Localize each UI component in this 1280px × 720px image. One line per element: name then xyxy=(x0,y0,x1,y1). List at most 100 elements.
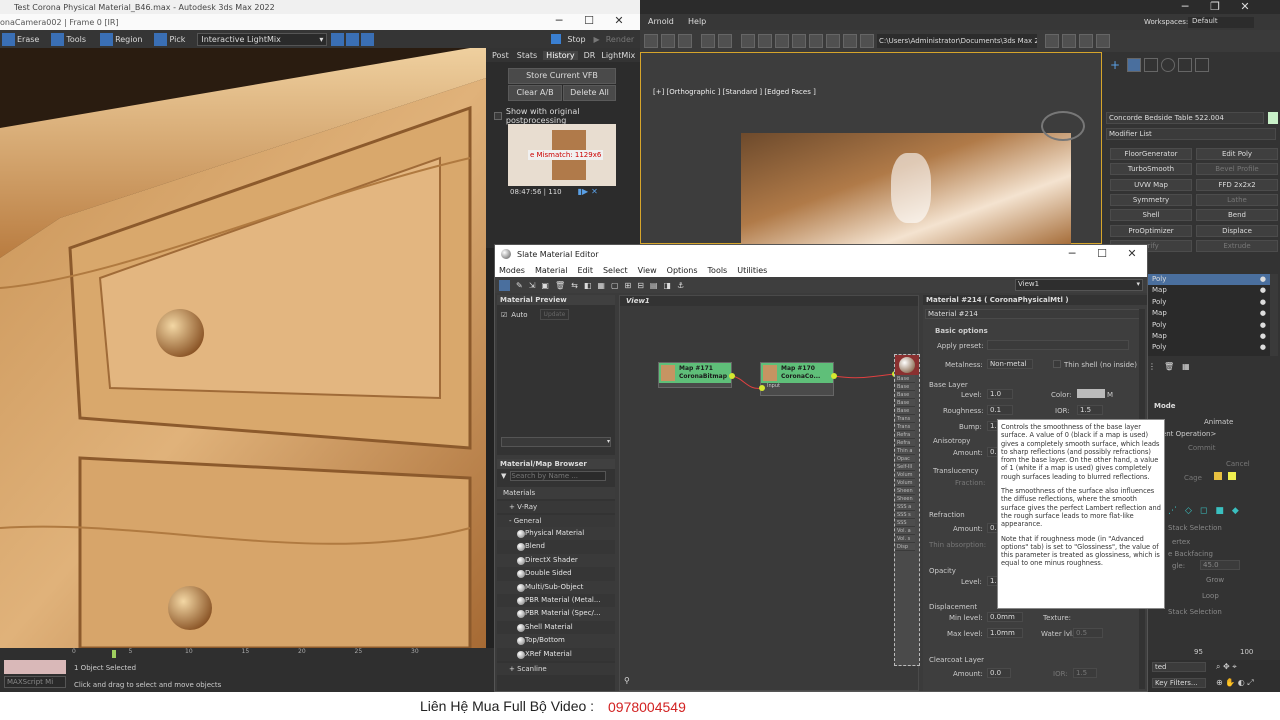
main-material-port[interactable]: SSS s xyxy=(895,511,915,519)
view-dropdown[interactable]: View1 ▾ xyxy=(1015,279,1143,291)
min-level-spinner[interactable]: 0.0mm xyxy=(987,612,1023,622)
main-material-port[interactable]: Vol. a xyxy=(895,527,915,535)
main-material-port[interactable]: Trans xyxy=(895,423,915,431)
edge-icon[interactable]: ◇ xyxy=(1185,506,1192,516)
create-icon[interactable]: + xyxy=(1110,58,1124,72)
main-material-port[interactable]: Volum xyxy=(895,479,915,487)
cage-color-2[interactable] xyxy=(1228,472,1236,480)
modifier-button[interactable]: Symmetry xyxy=(1110,193,1192,206)
mirror-icon[interactable] xyxy=(792,34,806,48)
history-load-icon[interactable]: ▮▶ xyxy=(578,187,589,196)
maximize-button[interactable]: ☐ xyxy=(574,14,604,27)
bind-icon[interactable] xyxy=(678,34,692,48)
key-filters-button[interactable]: Key Filters... xyxy=(1152,678,1206,688)
link-icon[interactable] xyxy=(644,34,658,48)
node-map170-input-port[interactable]: Input xyxy=(761,383,833,389)
modifier-button[interactable]: FFD 2x2x2 xyxy=(1196,178,1278,191)
modifier-button[interactable]: Edit Poly xyxy=(1196,148,1278,160)
cancel-button[interactable]: Cancel xyxy=(1226,460,1250,468)
material-params-icon[interactable]: ▤ xyxy=(650,281,658,290)
history-thumbnail[interactable]: e Mismatch: 1129x6 xyxy=(508,124,616,186)
sme-menu-tools[interactable]: Tools xyxy=(708,266,728,275)
tab-post[interactable]: Post xyxy=(492,51,509,60)
align-icon[interactable] xyxy=(775,34,789,48)
motion-icon[interactable] xyxy=(1161,58,1175,72)
stack-visibility-icon[interactable]: ● xyxy=(1260,308,1266,319)
scanline-group[interactable]: + Scanline xyxy=(497,662,615,675)
main-material-port[interactable]: Sheen xyxy=(895,487,915,495)
trash-icon[interactable]: 🗑 xyxy=(1164,362,1174,371)
render-setup-icon[interactable] xyxy=(843,34,857,48)
stack-item[interactable]: Map ● xyxy=(1148,285,1270,296)
level-spinner[interactable]: 1.0 xyxy=(987,389,1013,399)
sme-close-button[interactable]: ✕ xyxy=(1117,247,1147,260)
water-level-spinner[interactable]: 0.5 xyxy=(1073,628,1103,638)
node-view[interactable]: View1 Map #171 CoronaBitmap Map #170 Cor… xyxy=(619,295,920,691)
viewport[interactable]: [+] [Orthographic ] [Standard ] [Edged F… xyxy=(640,52,1102,245)
viewcube-icon[interactable] xyxy=(1041,111,1085,141)
sme-menu-view[interactable]: View xyxy=(638,266,657,275)
browser-menu-icon[interactable]: ▼ xyxy=(501,472,506,480)
modifier-button[interactable]: Lathe xyxy=(1196,193,1278,206)
region-button[interactable]: Region xyxy=(115,35,142,44)
lightmix-dropdown[interactable]: Interactive LightMix ▾ xyxy=(197,32,328,46)
key-mode-dropdown[interactable]: ted xyxy=(1152,662,1206,672)
hide-unused-icon[interactable]: ◧ xyxy=(584,281,592,290)
stop-button[interactable]: Stop xyxy=(567,35,585,44)
folder-icon[interactable] xyxy=(1045,34,1059,48)
modifier-button[interactable]: Bend xyxy=(1196,209,1278,222)
border-icon[interactable]: ◻ xyxy=(1200,506,1207,516)
element-icon[interactable]: ◆ xyxy=(1232,506,1239,516)
material-type-item[interactable]: PBR Material (Metal... xyxy=(497,593,615,608)
tab-stats[interactable]: Stats xyxy=(517,51,537,60)
material-type-item[interactable]: Shell Material xyxy=(497,620,615,635)
cc-ior-spinner[interactable]: 1.5 xyxy=(1073,668,1097,678)
tab-lightmix[interactable]: LightMix xyxy=(601,51,635,60)
sme-minimize-button[interactable]: ─ xyxy=(1057,247,1087,260)
curve-editor-icon[interactable] xyxy=(809,34,823,48)
sme-menu-modes[interactable]: Modes xyxy=(499,266,525,275)
commit-button[interactable]: Commit xyxy=(1188,444,1216,452)
tab-history[interactable]: History xyxy=(543,50,578,60)
main-material-port[interactable]: Sheen xyxy=(895,495,915,503)
layout-all-icon[interactable]: ⊞ xyxy=(625,281,632,290)
grow-button[interactable]: Grow xyxy=(1206,576,1224,584)
put-to-scene-icon[interactable]: ⇲ xyxy=(529,281,536,290)
select-tool-icon[interactable] xyxy=(499,279,510,291)
cage-color-1[interactable] xyxy=(1214,472,1222,480)
menu-help[interactable]: Help xyxy=(688,17,706,26)
backfacing-label[interactable]: e Backfacing xyxy=(1168,550,1213,558)
stack-selection-2[interactable]: Stack Selection xyxy=(1168,608,1222,616)
stack-item[interactable]: Map ● xyxy=(1148,308,1270,319)
layout-children-icon[interactable]: ⊟ xyxy=(637,281,644,290)
pick-button[interactable]: Pick xyxy=(169,35,185,44)
nav-icon[interactable]: ◨ xyxy=(663,281,671,290)
stack-scrollbar[interactable] xyxy=(1270,274,1278,356)
material-type-item[interactable]: Top/Bottom xyxy=(497,634,615,648)
workspace-dropdown[interactable]: Default xyxy=(1188,17,1254,28)
tools-icon[interactable] xyxy=(51,32,65,46)
folder-open-icon[interactable] xyxy=(1062,34,1076,48)
material-editor-icon[interactable] xyxy=(826,34,840,48)
basic-options-rollout[interactable]: Basic options xyxy=(935,327,988,335)
main-material-port[interactable]: Volum xyxy=(895,471,915,479)
show-original-checkbox-row[interactable]: Show with original postprocessing xyxy=(494,107,640,125)
modifier-button[interactable]: ProOptimizer xyxy=(1110,224,1192,237)
stack-visibility-icon[interactable]: ● xyxy=(1260,320,1266,331)
stack-visibility-icon[interactable]: ● xyxy=(1260,274,1266,285)
materials-group[interactable]: Materials xyxy=(497,487,615,499)
main-material-port[interactable]: Base xyxy=(895,407,915,415)
zoom-out-icon[interactable] xyxy=(361,32,375,46)
show-map-icon[interactable]: ▦ xyxy=(597,281,605,290)
stack-item[interactable]: Poly ● xyxy=(1148,297,1270,308)
store-current-vfb-button[interactable]: Store Current VFB xyxy=(508,68,616,84)
material-type-item[interactable]: Blend xyxy=(497,540,615,554)
modify-icon[interactable] xyxy=(1127,58,1141,72)
main-material-port[interactable]: Base xyxy=(895,399,915,407)
stack-item[interactable]: Poly ● xyxy=(1148,342,1270,353)
object-color-swatch[interactable] xyxy=(1268,112,1278,124)
viewport-label[interactable]: [+] [Orthographic ] [Standard ] [Edged F… xyxy=(653,88,816,96)
max-minimize-button[interactable]: ─ xyxy=(1170,0,1200,13)
auto-checkbox[interactable]: ☑ xyxy=(501,311,507,319)
stack-selection-label[interactable]: Stack Selection xyxy=(1168,524,1222,532)
